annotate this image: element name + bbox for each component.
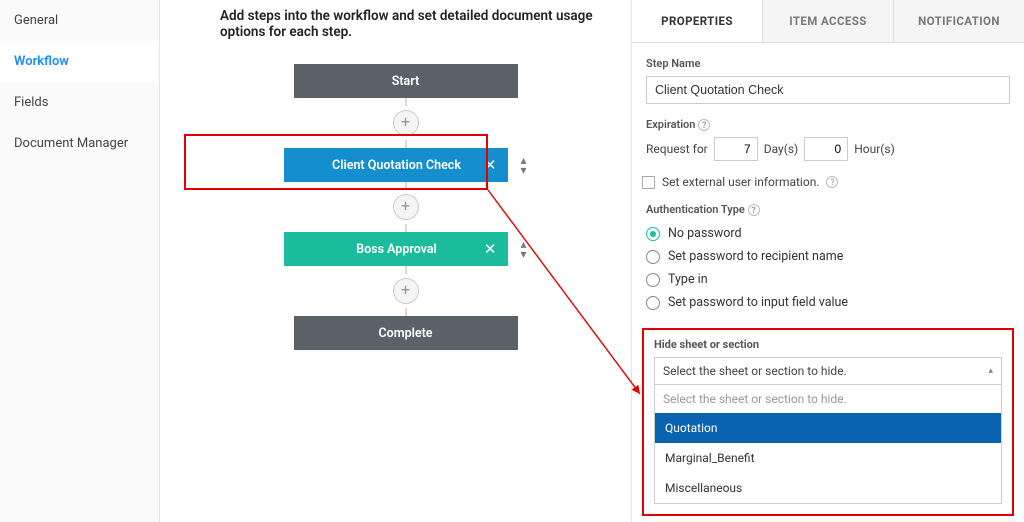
step-name-label: Step Name xyxy=(646,57,1010,70)
sidebar-item-fields[interactable]: Fields xyxy=(0,82,159,123)
expiration-label: Expiration ? xyxy=(646,118,1010,131)
radio-label: Type in xyxy=(668,272,708,287)
radio-label: Set password to input field value xyxy=(668,295,848,310)
tab-item-access[interactable]: ITEM ACCESS xyxy=(763,0,894,42)
step-client-quotation-check[interactable]: Client Quotation Check ✕ xyxy=(284,148,508,182)
main-area: Add steps into the workflow and set deta… xyxy=(160,0,1024,522)
days-label: Day(s) xyxy=(764,142,798,156)
radio-label: Set password to recipient name xyxy=(668,249,843,264)
step-complete[interactable]: Complete xyxy=(294,316,518,350)
add-step-button-1[interactable]: + xyxy=(393,110,419,136)
connector xyxy=(405,224,407,232)
remove-step-icon[interactable]: ✕ xyxy=(484,240,497,258)
add-step-button-3[interactable]: + xyxy=(393,278,419,304)
help-icon[interactable]: ? xyxy=(698,119,710,131)
tab-properties[interactable]: PROPERTIES xyxy=(632,0,763,42)
step-name-input[interactable] xyxy=(646,76,1010,104)
step-start[interactable]: Start xyxy=(294,64,518,98)
hours-label: Hour(s) xyxy=(854,142,895,156)
step-label: Boss Approval xyxy=(356,242,437,257)
hide-dropdown-placeholder: Select the sheet or section to hide. xyxy=(655,385,1001,413)
radio-recipient-name[interactable] xyxy=(646,250,660,264)
add-step-button-2[interactable]: + xyxy=(393,194,419,220)
radio-no-password[interactable] xyxy=(646,227,660,241)
sidebar: General Workflow Fields Document Manager xyxy=(0,0,160,522)
move-step-down-icon[interactable]: ▾ xyxy=(520,249,526,259)
hide-option-miscellaneous[interactable]: Miscellaneous xyxy=(655,473,1001,503)
hide-select-value: Select the sheet or section to hide. xyxy=(663,364,847,378)
remove-step-icon[interactable]: ✕ xyxy=(484,156,497,174)
radio-input-field[interactable] xyxy=(646,296,660,310)
auth-type-radio-group: No password Set password to recipient na… xyxy=(646,222,1010,314)
hide-option-quotation[interactable]: Quotation xyxy=(655,413,1001,443)
radio-type-in[interactable] xyxy=(646,273,660,287)
hide-sheet-section: Hide sheet or section Select the sheet o… xyxy=(642,328,1014,516)
expiration-days-input[interactable] xyxy=(714,137,758,161)
radio-label: No password xyxy=(668,226,742,241)
help-icon[interactable]: ? xyxy=(826,176,838,188)
workflow-canvas: Add steps into the workflow and set deta… xyxy=(160,0,632,522)
connector xyxy=(405,308,407,316)
step-label: Client Quotation Check xyxy=(332,158,461,173)
workflow-flow: Start + Client Quotation Check ✕ ▴ ▾ xyxy=(200,64,611,350)
step-boss-approval[interactable]: Boss Approval ✕ xyxy=(284,232,508,266)
auth-type-label: Authentication Type ? xyxy=(646,203,1010,216)
page-intro: Add steps into the workflow and set deta… xyxy=(220,8,611,40)
caret-up-icon: ▴ xyxy=(988,366,993,376)
hide-label: Hide sheet or section xyxy=(654,338,1002,351)
hide-select[interactable]: Select the sheet or section to hide. ▴ xyxy=(654,357,1002,385)
hide-option-marginal-benefit[interactable]: Marginal_Benefit xyxy=(655,443,1001,473)
connector xyxy=(405,182,407,190)
expiration-hours-input[interactable] xyxy=(804,137,848,161)
set-external-label: Set external user information. xyxy=(662,175,819,189)
request-for-label: Request for xyxy=(646,142,708,156)
tab-notification[interactable]: NOTIFICATION xyxy=(894,0,1024,42)
connector xyxy=(405,266,407,274)
properties-panel: PROPERTIES ITEM ACCESS NOTIFICATION Step… xyxy=(632,0,1024,522)
help-icon[interactable]: ? xyxy=(748,204,760,216)
move-step-down-icon[interactable]: ▾ xyxy=(520,165,526,175)
hide-dropdown: Select the sheet or section to hide. Quo… xyxy=(654,385,1002,504)
connector xyxy=(405,140,407,148)
set-external-checkbox[interactable] xyxy=(642,176,655,189)
sidebar-item-workflow[interactable]: Workflow xyxy=(0,41,159,82)
properties-tabs: PROPERTIES ITEM ACCESS NOTIFICATION xyxy=(632,0,1024,43)
sidebar-item-general[interactable]: General xyxy=(0,0,159,41)
connector xyxy=(405,98,407,106)
sidebar-item-document-manager[interactable]: Document Manager xyxy=(0,123,159,164)
